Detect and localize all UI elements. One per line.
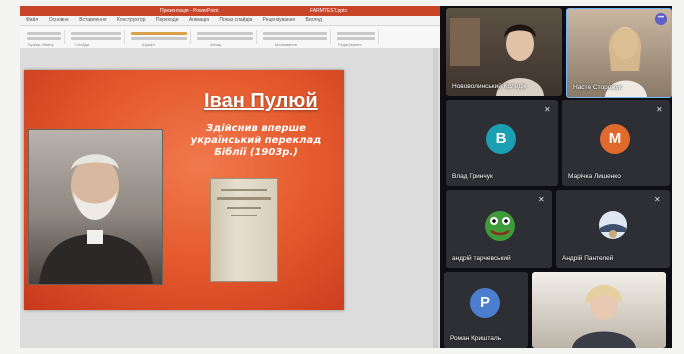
- book-text-line: [231, 215, 257, 216]
- vertical-scrollbar[interactable]: [433, 48, 438, 348]
- book-text-line: [217, 197, 271, 200]
- participant-tile[interactable]: Нововолинський Коледж: [446, 8, 562, 96]
- participant-tile[interactable]: ✕ андрій тарчевський: [446, 190, 552, 268]
- ribbon: Буфер обміну Слайди Шрифт Абзац Малюванн…: [20, 26, 440, 49]
- participant-tile-active[interactable]: ••• Насте Сторожук: [566, 8, 672, 98]
- portrait-image: [28, 129, 163, 285]
- participant-name: Андрій Пантелей: [562, 255, 614, 262]
- participant-name: андрій тарчевський: [452, 255, 511, 262]
- tab-insert[interactable]: Вставлення: [79, 17, 106, 23]
- window-title: Презентація - PowerPoint: [160, 8, 219, 14]
- tab-transitions[interactable]: Переходи: [156, 17, 179, 23]
- frog-avatar-icon: [485, 211, 515, 241]
- meeting-participants-panel: Нововолинський Коледж ••• Насте Сторожук…: [444, 6, 672, 348]
- tab-design[interactable]: Конструктор: [117, 17, 146, 23]
- participant-tile[interactable]: ✕ Андрій Пантелей: [556, 190, 670, 268]
- participant-name: Насте Сторожук: [573, 84, 622, 91]
- tab-review[interactable]: Рецензування: [263, 17, 296, 23]
- slide-title: Іван Пулюй: [204, 90, 318, 112]
- tab-view[interactable]: Вигляд: [306, 17, 322, 23]
- powerpoint-titlebar: Презентація - PowerPoint FARMTEST.pptx: [20, 6, 440, 16]
- ribbon-label-font: Шрифт: [142, 42, 156, 47]
- ribbon-label-editing: Редагування: [338, 42, 362, 47]
- slide-canvas[interactable]: Іван Пулюй Здійснив вперше український п…: [24, 70, 344, 310]
- more-options-icon[interactable]: •••: [655, 13, 667, 25]
- mic-muted-icon: ✕: [656, 105, 663, 114]
- participant-avatar: B: [486, 124, 516, 154]
- mic-muted-icon: ✕: [544, 105, 551, 114]
- participant-name: Роман Кришталь: [450, 335, 502, 342]
- tab-home[interactable]: Основне: [49, 17, 69, 23]
- ribbon-label-slides: Слайди: [75, 42, 90, 47]
- ribbon-tabs: Файл Основне Вставлення Конструктор Пере…: [20, 16, 440, 26]
- participant-name: Нововолинський Коледж: [452, 83, 527, 90]
- tab-file[interactable]: Файл: [26, 17, 38, 23]
- mic-muted-icon: ✕: [654, 195, 661, 204]
- portrait-figure: [39, 154, 153, 284]
- participant-name: Влад Гринчук: [452, 173, 493, 180]
- ribbon-group-font[interactable]: [128, 30, 191, 44]
- participant-avatar: M: [600, 124, 630, 154]
- participant-avatar: P: [470, 288, 500, 318]
- slide-editor: Іван Пулюй Здійснив вперше український п…: [20, 48, 440, 348]
- participant-tile[interactable]: P Роман Кришталь: [444, 272, 528, 348]
- ribbon-label-clipboard: Буфер обміну: [28, 42, 54, 47]
- monitor-screen: Презентація - PowerPoint FARMTEST.pptx Ф…: [20, 6, 672, 348]
- participant-tile[interactable]: [532, 272, 666, 348]
- bible-book-image: [210, 178, 278, 282]
- participant-tile[interactable]: ✕ M Марічка Лишенко: [562, 100, 670, 186]
- slide-subtitle: Здійснив вперше український переклад Біб…: [190, 123, 322, 158]
- participant-video: [572, 285, 636, 348]
- mic-muted-icon: ✕: [538, 195, 545, 204]
- book-text-line: [227, 207, 261, 209]
- tab-animations[interactable]: Анімація: [189, 17, 209, 23]
- ribbon-label-drawing: Малювання: [275, 42, 297, 47]
- ribbon-label-paragraph: Абзац: [210, 42, 222, 47]
- powerpoint-window: Презентація - PowerPoint FARMTEST.pptx Ф…: [20, 6, 440, 348]
- file-name: FARMTEST.pptx: [310, 8, 347, 14]
- book-text-line: [221, 189, 267, 191]
- ribbon-group-paragraph[interactable]: [194, 30, 257, 44]
- participant-tile[interactable]: ✕ B Влад Гринчук: [446, 100, 558, 186]
- participant-name: Марічка Лишенко: [568, 173, 621, 180]
- landscape-avatar-icon: [599, 211, 627, 239]
- tab-slideshow[interactable]: Показ слайдів: [219, 17, 252, 23]
